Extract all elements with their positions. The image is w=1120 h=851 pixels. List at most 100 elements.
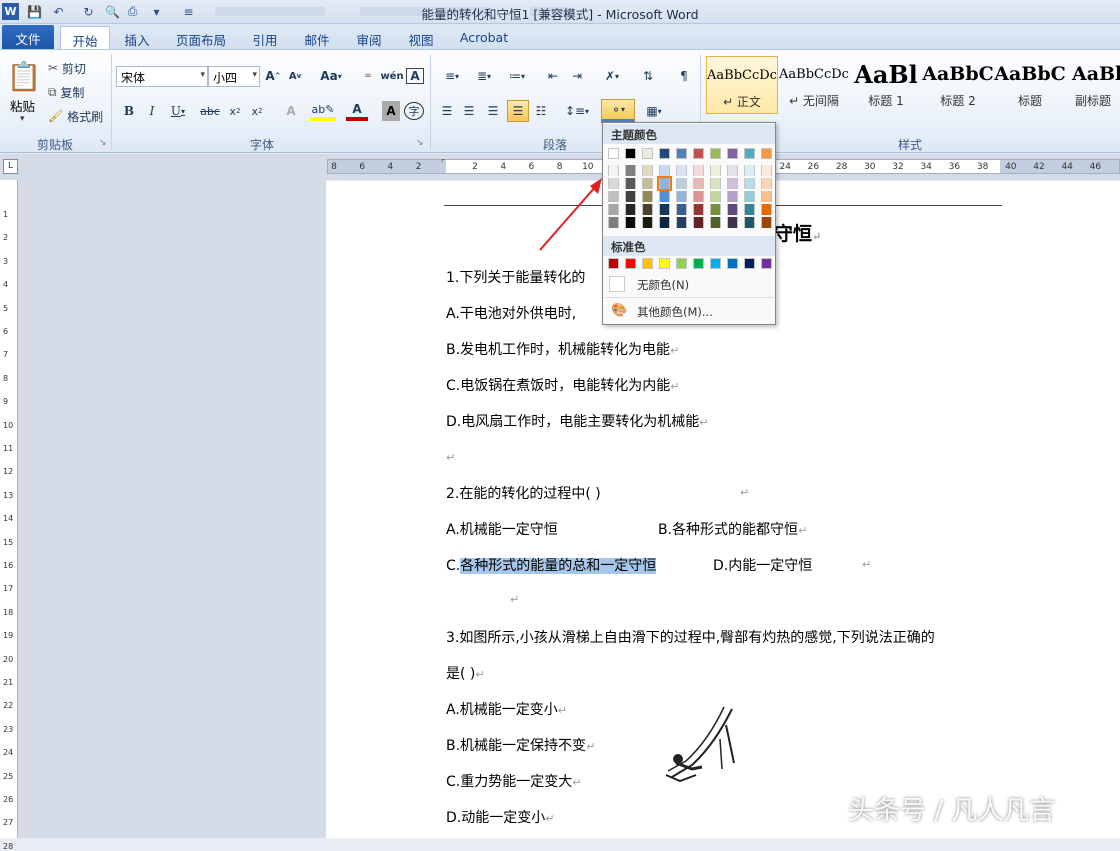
highlight-color-icon[interactable]: ab✎ — [310, 101, 336, 121]
format-painter-button[interactable]: 🖌 格式刷 — [48, 106, 103, 126]
superscript-icon[interactable]: x2 — [248, 101, 266, 121]
text-effects-icon[interactable]: A — [280, 101, 302, 121]
color-swatch[interactable] — [744, 258, 755, 269]
color-swatch[interactable] — [693, 178, 704, 189]
sort-icon[interactable]: ⇅ — [638, 66, 658, 86]
multilevel-list-icon[interactable]: ≔ ▾ — [503, 66, 531, 86]
selected-text[interactable]: 各种形式的能量的总和一定守恒 — [460, 558, 657, 574]
color-swatch[interactable] — [676, 191, 687, 202]
color-swatch[interactable] — [642, 148, 653, 159]
style-subtitle[interactable]: AaBb 副标题 — [1066, 56, 1120, 114]
color-swatch[interactable] — [761, 258, 772, 269]
color-swatch[interactable] — [693, 165, 704, 176]
align-left-icon[interactable]: ☰ — [438, 101, 456, 121]
color-swatch[interactable] — [727, 148, 738, 159]
color-swatch[interactable] — [625, 178, 636, 189]
underline-icon[interactable]: U ▾ — [166, 101, 190, 121]
color-swatch[interactable] — [642, 165, 653, 176]
style-heading-2[interactable]: AaBbC 标题 2 — [922, 56, 994, 114]
distributed-icon[interactable]: ☷ — [532, 101, 550, 121]
color-swatch[interactable] — [761, 148, 772, 159]
italic-icon[interactable]: I — [143, 101, 161, 121]
tab-file[interactable]: 文件 — [2, 25, 54, 49]
color-swatch[interactable] — [625, 148, 636, 159]
paste-icon[interactable]: 📋 — [7, 56, 42, 96]
color-swatch[interactable] — [676, 204, 687, 215]
color-swatch[interactable] — [608, 204, 619, 215]
font-name-combo[interactable]: 宋体 ▾ — [116, 66, 208, 87]
strikethrough-icon[interactable]: abc — [198, 101, 222, 121]
more-colors-item[interactable]: 🎨 其他颜色(M)... — [603, 300, 775, 322]
color-swatch[interactable] — [608, 148, 619, 159]
color-swatch[interactable] — [659, 191, 670, 202]
tab-acrobat[interactable]: Acrobat — [452, 26, 516, 49]
tab-view[interactable]: 视图 — [398, 26, 444, 49]
phonetic-guide-icon[interactable]: wén — [380, 66, 403, 86]
tab-selector-icon[interactable]: L — [3, 159, 18, 174]
align-right-icon[interactable]: ☰ — [484, 101, 502, 121]
color-swatch[interactable] — [608, 165, 619, 176]
grow-font-icon[interactable]: A ^ — [264, 66, 282, 86]
color-swatch[interactable] — [761, 178, 772, 189]
color-swatch[interactable] — [676, 165, 687, 176]
color-swatch[interactable] — [727, 165, 738, 176]
vertical-ruler[interactable]: 1 2 3 4 5 6 7 8 9 10 11 12 13 14 15 16 17 18 19 20 21 22 23 24 2… — [0, 180, 18, 851]
numbering-icon[interactable]: ≣ ▾ — [470, 66, 498, 86]
color-swatch[interactable] — [744, 148, 755, 159]
no-color-item[interactable]: 无颜色(N) — [603, 273, 775, 295]
color-swatch[interactable] — [676, 178, 687, 189]
tab-review[interactable]: 审阅 — [346, 26, 392, 49]
color-swatch[interactable] — [744, 204, 755, 215]
color-swatch[interactable] — [659, 217, 670, 228]
color-swatch[interactable] — [659, 165, 670, 176]
cut-button[interactable]: ✂ 剪切 — [48, 58, 86, 78]
color-swatch[interactable] — [659, 148, 670, 159]
color-swatch[interactable] — [693, 191, 704, 202]
color-swatch[interactable] — [642, 191, 653, 202]
tab-references[interactable]: 引用 — [242, 26, 288, 49]
color-swatch[interactable] — [676, 258, 687, 269]
increase-indent-icon[interactable]: ⇥ — [567, 66, 587, 86]
color-swatch[interactable] — [710, 217, 721, 228]
color-swatch[interactable] — [608, 217, 619, 228]
decrease-indent-icon[interactable]: ⇤ — [543, 66, 563, 86]
dialog-launcher-icon[interactable]: ↘ — [99, 138, 107, 148]
shading-button[interactable]: ⚬ ▾ — [601, 99, 635, 123]
color-swatch[interactable] — [727, 191, 738, 202]
color-swatch[interactable] — [744, 217, 755, 228]
justify-icon[interactable]: ☰ — [507, 100, 529, 122]
style-normal[interactable]: AaBbCcDc ↵ 正文 — [706, 56, 778, 114]
style-heading-1[interactable]: AaBl 标题 1 — [850, 56, 922, 114]
color-swatch[interactable] — [761, 204, 772, 215]
color-swatch[interactable] — [625, 191, 636, 202]
color-swatch[interactable] — [659, 258, 670, 269]
enclose-char-icon[interactable]: 字 — [404, 102, 424, 120]
copy-button[interactable]: ⧉ 复制 — [48, 82, 84, 102]
color-swatch[interactable] — [642, 258, 653, 269]
color-swatch[interactable] — [727, 178, 738, 189]
color-swatch[interactable] — [625, 204, 636, 215]
color-swatch[interactable] — [761, 165, 772, 176]
tab-page-layout[interactable]: 页面布局 — [166, 26, 236, 49]
borders-icon[interactable]: ▦ ▾ — [640, 101, 668, 121]
color-swatch[interactable] — [744, 178, 755, 189]
color-swatch[interactable] — [642, 178, 653, 189]
color-swatch[interactable] — [693, 148, 704, 159]
color-swatch[interactable] — [693, 258, 704, 269]
change-case-icon[interactable]: Aa ▾ — [318, 66, 344, 86]
color-swatch[interactable] — [693, 217, 704, 228]
color-swatch[interactable] — [642, 217, 653, 228]
color-swatch[interactable] — [710, 148, 721, 159]
color-swatch[interactable] — [710, 204, 721, 215]
tab-mailings[interactable]: 邮件 — [294, 26, 340, 49]
color-swatch[interactable] — [608, 258, 619, 269]
paste-button[interactable]: 粘贴 — [10, 96, 35, 115]
color-swatch[interactable] — [744, 191, 755, 202]
color-swatch[interactable] — [710, 165, 721, 176]
color-swatch[interactable] — [727, 258, 738, 269]
color-swatch[interactable] — [710, 191, 721, 202]
color-swatch[interactable] — [727, 217, 738, 228]
char-shading-icon[interactable]: A — [382, 101, 400, 121]
style-no-spacing[interactable]: AaBbCcDc ↵ 无间隔 — [778, 56, 850, 114]
color-swatch[interactable] — [727, 204, 738, 215]
